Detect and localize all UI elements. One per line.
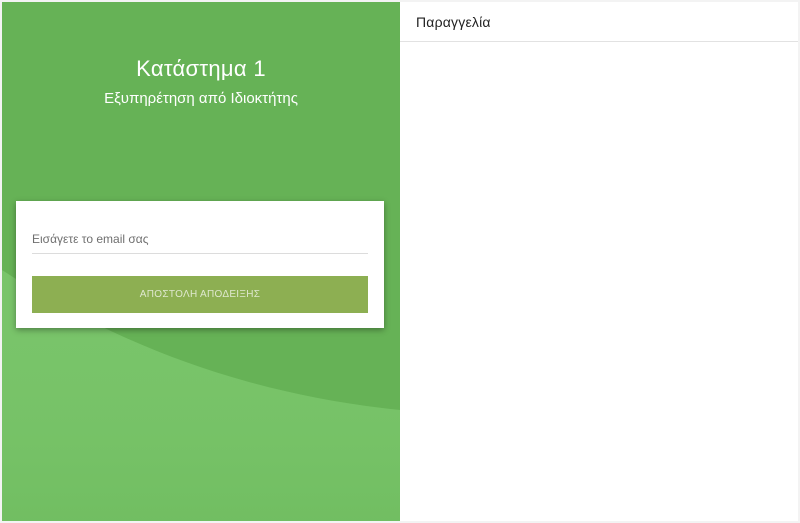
store-subtitle: Εξυπηρέτηση από Ιδιοκτήτης — [104, 90, 298, 107]
store-name: Κατάστημα 1 — [136, 56, 266, 81]
order-list — [400, 42, 798, 521]
store-header: Κατάστημα 1 Εξυπηρέτηση από Ιδιοκτήτης — [2, 56, 400, 108]
send-receipt-button[interactable]: ΑΠΟΣΤΟΛΗ ΑΠΟΔΕΙΞΗΣ — [32, 276, 368, 313]
order-header: Παραγγελία — [400, 2, 798, 42]
app-window: Κατάστημα 1 Εξυπηρέτηση από Ιδιοκτήτης Α… — [2, 2, 798, 521]
email-input[interactable] — [32, 225, 368, 254]
receipt-card: ΑΠΟΣΤΟΛΗ ΑΠΟΔΕΙΞΗΣ — [16, 201, 384, 328]
order-panel: Παραγγελία — [400, 2, 798, 521]
order-title: Παραγγελία — [416, 13, 491, 30]
receipt-panel: Κατάστημα 1 Εξυπηρέτηση από Ιδιοκτήτης Α… — [2, 2, 400, 521]
